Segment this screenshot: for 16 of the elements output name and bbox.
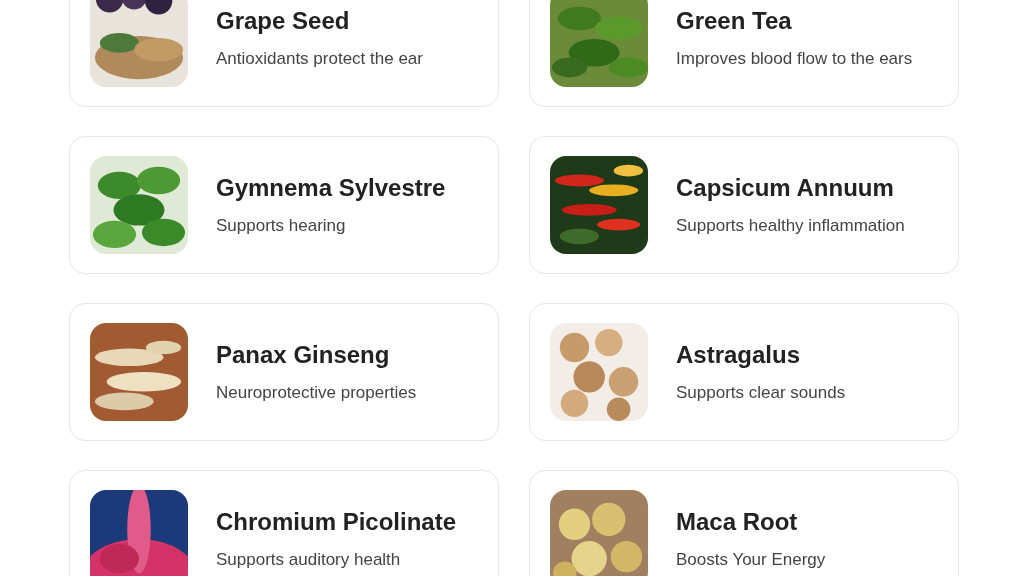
ingredient-description: Antioxidants protect the ear [216, 48, 423, 70]
ingredient-title: Capsicum Annuum [676, 173, 895, 204]
ingredient-description: Supports healthy inflammation [676, 215, 905, 237]
ingredient-description: Supports clear sounds [676, 382, 846, 404]
ingredient-title: Grape Seed [216, 6, 351, 37]
ingredient-description: Boosts Your Energy [676, 549, 826, 571]
ingredient-description: Supports auditory health [216, 549, 402, 571]
ingredient-title: Gymnema Sylvestre [216, 173, 446, 204]
ingredient-description: Improves blood flow to the ears [676, 48, 913, 70]
ingredient-title: Green Tea [676, 6, 793, 37]
ingredient-title: Chromium Picolinate [216, 507, 457, 538]
ingredient-title: Astragalus [676, 340, 802, 371]
ingredient-title: Panax Ginseng [216, 340, 391, 371]
ingredient-title: Maca Root [676, 507, 799, 538]
ingredient-description: Neuroprotective properties [216, 382, 417, 404]
ingredient-description: Supports hearing [216, 215, 347, 237]
